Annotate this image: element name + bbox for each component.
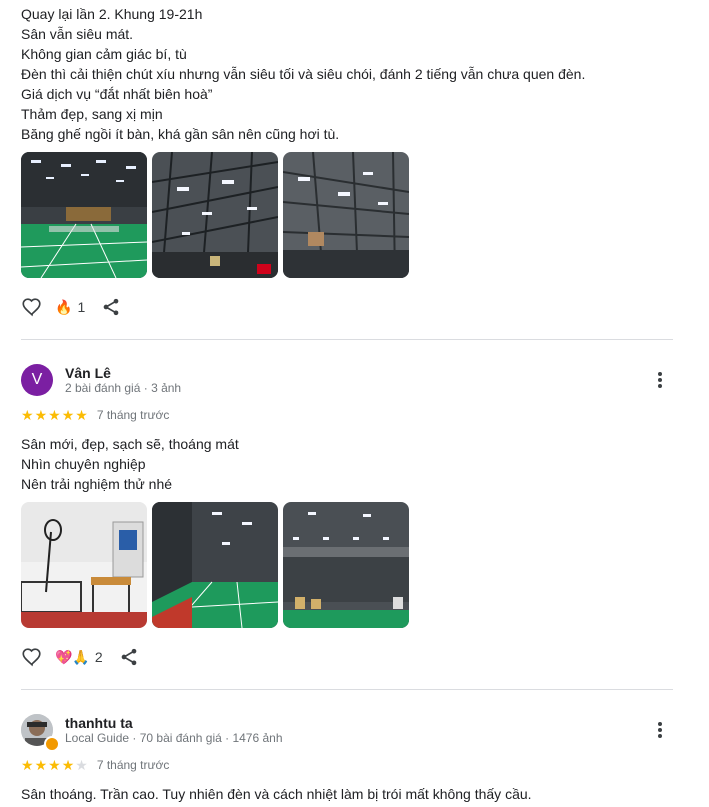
review-text-line: Quay lại lần 2. Khung 19-21h: [21, 6, 203, 22]
review-photo[interactable]: [21, 502, 147, 628]
heart-icon[interactable]: [21, 646, 43, 668]
review-photo[interactable]: [21, 152, 147, 278]
fire-emoji-icon: 🔥: [55, 298, 73, 315]
star-icon: ★: [48, 757, 61, 773]
reviewer-name[interactable]: thanhtu ta: [65, 715, 133, 731]
more-options-icon[interactable]: [652, 370, 668, 390]
star-icon: ★: [75, 757, 88, 773]
more-options-icon[interactable]: [652, 720, 668, 740]
star-icon: ★: [48, 407, 61, 423]
divider: [21, 689, 673, 690]
reaction-summary[interactable]: 🔥 1: [55, 299, 85, 316]
star-icon: ★: [21, 757, 34, 773]
review-text-line: Sân thoáng. Trần cao. Tuy nhiên đèn và c…: [21, 786, 532, 802]
star-icon: ★: [34, 407, 48, 423]
reviewer-meta: 2 bài đánh giá · 3 ảnh: [65, 381, 182, 395]
review-2-photos: [21, 502, 409, 628]
local-guide-badge-icon: [44, 736, 60, 752]
review-photo[interactable]: [152, 502, 278, 628]
star-icon: ★: [21, 407, 34, 423]
reviewer-name[interactable]: Vân Lê: [65, 365, 111, 381]
review-photo[interactable]: [283, 502, 409, 628]
heart-pray-emoji-icon: 💖🙏: [55, 648, 90, 665]
review-text-line: Sân vẫn siêu mát.: [21, 26, 134, 42]
review-photo[interactable]: [283, 152, 409, 278]
review-text-line: Nên trải nghiệm thử nhé: [21, 476, 173, 492]
review-text-line: Không gian cảm giác bí, tù: [21, 46, 187, 62]
review-photo[interactable]: [152, 152, 278, 278]
review-date: 7 tháng trước: [96, 408, 170, 422]
review-1-photos: [21, 152, 409, 278]
review-2-actions: 💖🙏 2: [21, 645, 139, 669]
review-text-line: Thảm đẹp, sang xị mịn: [21, 106, 163, 122]
star-icon: ★: [61, 407, 75, 423]
reaction-count: 1: [77, 299, 86, 315]
share-icon[interactable]: [119, 647, 139, 667]
star-icon: ★: [75, 407, 88, 423]
review-text-line: Nhìn chuyên nghiệp: [21, 456, 146, 472]
review-1-actions: 🔥 1: [21, 295, 121, 319]
heart-icon[interactable]: [21, 296, 43, 318]
review-text-line: Đèn thì cải thiện chút xíu nhưng vẫn siê…: [21, 66, 586, 82]
star-icon: ★: [34, 757, 48, 773]
reaction-count: 2: [94, 649, 103, 665]
star-icon: ★: [61, 757, 75, 773]
review-text-line: Giá dịch vụ “đắt nhất biên hoà”: [21, 86, 213, 102]
rating-stars: ★ ★ ★ ★ ★ 7 tháng trước: [21, 408, 169, 422]
review-text-line: Sân mới, đẹp, sạch sẽ, thoáng mát: [21, 436, 239, 452]
avatar[interactable]: V: [21, 364, 53, 396]
review-text-line: Băng ghế ngồi ít bàn, khá gần sân nên cũ…: [21, 126, 340, 142]
avatar-letter: V: [31, 371, 43, 388]
divider: [21, 339, 673, 340]
review-date: 7 tháng trước: [96, 758, 170, 772]
share-icon[interactable]: [101, 297, 121, 317]
rating-stars: ★ ★ ★ ★ ★ 7 tháng trước: [21, 758, 169, 772]
reaction-summary[interactable]: 💖🙏 2: [55, 649, 103, 666]
reviewer-meta: Local Guide · 70 bài đánh giá · 1476 ảnh: [65, 731, 283, 745]
